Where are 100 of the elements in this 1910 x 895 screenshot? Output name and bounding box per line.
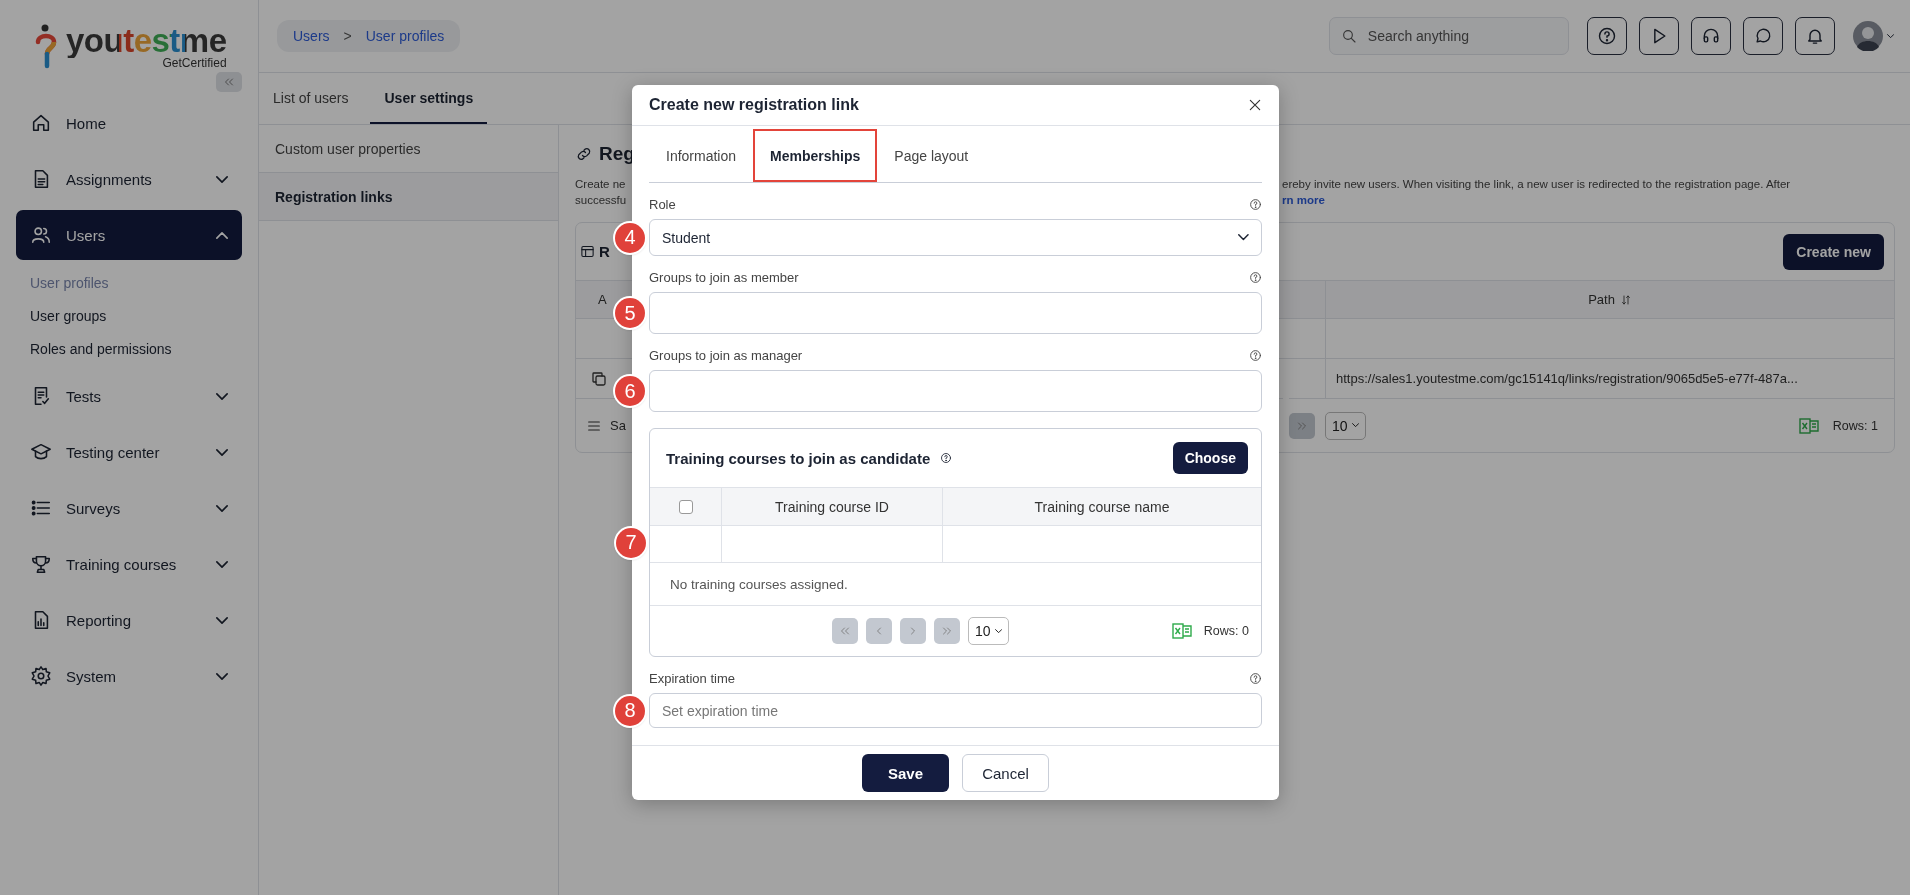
support-button[interactable] (1690, 17, 1731, 55)
select-all-checkbox[interactable] (678, 499, 693, 514)
field-label: Groups to join as member (649, 270, 799, 285)
tab[interactable]: Page layout (877, 129, 986, 182)
link-icon (575, 145, 593, 163)
dialog-title: Create new registration link (649, 96, 860, 114)
column-header[interactable]: Path (1588, 292, 1615, 307)
sidebar-subitem[interactable]: Roles and permissions (16, 332, 242, 365)
collapse-sidebar-button[interactable] (216, 72, 242, 92)
empty-message: No training courses assigned. (670, 576, 848, 592)
step-number-badge: 7 (616, 527, 646, 558)
step-number-badge: 4 (615, 222, 645, 253)
input-field[interactable] (649, 292, 1262, 334)
last-page-button[interactable] (1289, 412, 1315, 439)
field-label: Role (649, 197, 676, 212)
sidebar-item[interactable]: Assignments (16, 154, 242, 204)
cancel-button[interactable]: Cancel (962, 754, 1049, 792)
step-number-badge: 8 (615, 695, 645, 726)
sidebar-item[interactable]: System (16, 651, 242, 701)
help-icon (1249, 198, 1262, 211)
tab[interactable]: User settings (370, 73, 488, 124)
chevron-down-icon (216, 175, 228, 183)
first-page-button[interactable] (832, 618, 858, 644)
sidebar-subitem[interactable]: User groups (16, 299, 242, 332)
sidebar-item[interactable]: Reporting (16, 595, 242, 645)
create-new-button[interactable]: Create new (1783, 233, 1884, 270)
sidebar-item[interactable]: Surveys (16, 483, 242, 533)
learn-more-link[interactable]: rn more (1282, 194, 1325, 206)
save-button[interactable]: Save (862, 754, 949, 792)
previous-page-button[interactable] (866, 618, 892, 644)
input-field[interactable] (649, 370, 1262, 412)
next-page-button[interactable] (900, 618, 926, 644)
sidebar-item[interactable]: Home (16, 98, 242, 148)
spreadsheet-icon[interactable] (1798, 416, 1819, 435)
help-button[interactable] (1586, 17, 1627, 55)
help-icon (940, 452, 953, 464)
tab[interactable]: Memberships (753, 129, 878, 182)
column-header: Training course name (1034, 498, 1170, 515)
chevron-down-icon (216, 616, 228, 624)
page-size-select[interactable]: 10 (968, 617, 1009, 645)
breadcrumb-separator: > (343, 28, 352, 44)
table-cell: https://sales1.youtestme.com/gc15141q/links/registration/9065d5e5-e77f-487a... (1336, 371, 1798, 386)
chevron-down-icon (216, 448, 228, 456)
row-count: Rows: 1 (1832, 418, 1878, 433)
chevron-down-icon (216, 672, 228, 680)
last-page-button[interactable] (934, 618, 960, 644)
expiration-field[interactable]: Set expiration time (649, 693, 1262, 728)
search-field[interactable]: Search anything (1328, 17, 1569, 55)
logo-tagline: GetCertified (162, 56, 227, 70)
search-icon (1340, 28, 1357, 44)
caret-icon (1886, 33, 1894, 39)
avatar[interactable] (1852, 21, 1883, 51)
help-icon (1249, 271, 1262, 284)
double-chevron-right-icon (941, 625, 953, 637)
sidebar-item[interactable]: Users (16, 210, 242, 260)
double-chevron-left-icon (223, 76, 235, 88)
trophy-icon (30, 553, 52, 575)
chevron-down-icon (216, 392, 228, 400)
notifications-button[interactable] (1794, 17, 1835, 55)
field-label: Expiration time (649, 671, 735, 686)
step-number-badge: 6 (615, 376, 645, 406)
table-icon (580, 244, 595, 259)
double-chevron-left-icon (839, 625, 851, 637)
row-count: Rows: 0 (1203, 624, 1249, 638)
tab[interactable]: List of users (259, 73, 363, 124)
panel-title: Training courses to join as candidate (666, 449, 931, 467)
close-button[interactable] (1247, 97, 1263, 113)
help-icon (1596, 26, 1617, 46)
tab[interactable]: Information (649, 129, 754, 182)
footer-text: Sa (610, 418, 626, 433)
sidebar-item[interactable]: Tests (16, 371, 242, 421)
play-button[interactable] (1638, 17, 1679, 55)
spreadsheet-icon[interactable] (1171, 622, 1192, 640)
chevron-down-icon (994, 628, 1002, 634)
settings-icon (30, 665, 52, 687)
chevron-up-icon (216, 231, 228, 239)
sidebar-item[interactable]: Training courses (16, 539, 242, 589)
chevron-down-icon (1351, 423, 1359, 428)
page-size-select[interactable]: 10 (1325, 411, 1366, 440)
chevron-down-icon (216, 560, 228, 568)
help-icon (1249, 672, 1262, 685)
role-select[interactable]: Student (649, 219, 1262, 256)
description-text: successfu (575, 193, 628, 208)
description-text: Create ne (575, 177, 627, 192)
choose-button[interactable]: Choose (1172, 442, 1248, 474)
column-header-text: A (598, 292, 607, 307)
settings-menu-item[interactable]: Registration links (259, 173, 558, 221)
chevron-down-icon (216, 504, 228, 512)
table-title: R (599, 243, 610, 260)
chat-button[interactable] (1742, 17, 1783, 55)
copy-icon (590, 369, 608, 388)
description-text: ereby invite new users. When visiting the link, a new user is redirected to the registration page. After (1282, 177, 1792, 192)
sidebar-item[interactable]: Testing center (16, 427, 242, 477)
users-icon (30, 224, 52, 246)
sort-icon (1619, 293, 1632, 306)
column-header: Training course ID (775, 498, 889, 515)
close-icon (1247, 97, 1263, 113)
step-number-badge: 5 (615, 298, 645, 328)
breadcrumb-link[interactable]: User profiles (365, 28, 445, 44)
breadcrumb-link[interactable]: Users (293, 28, 330, 44)
